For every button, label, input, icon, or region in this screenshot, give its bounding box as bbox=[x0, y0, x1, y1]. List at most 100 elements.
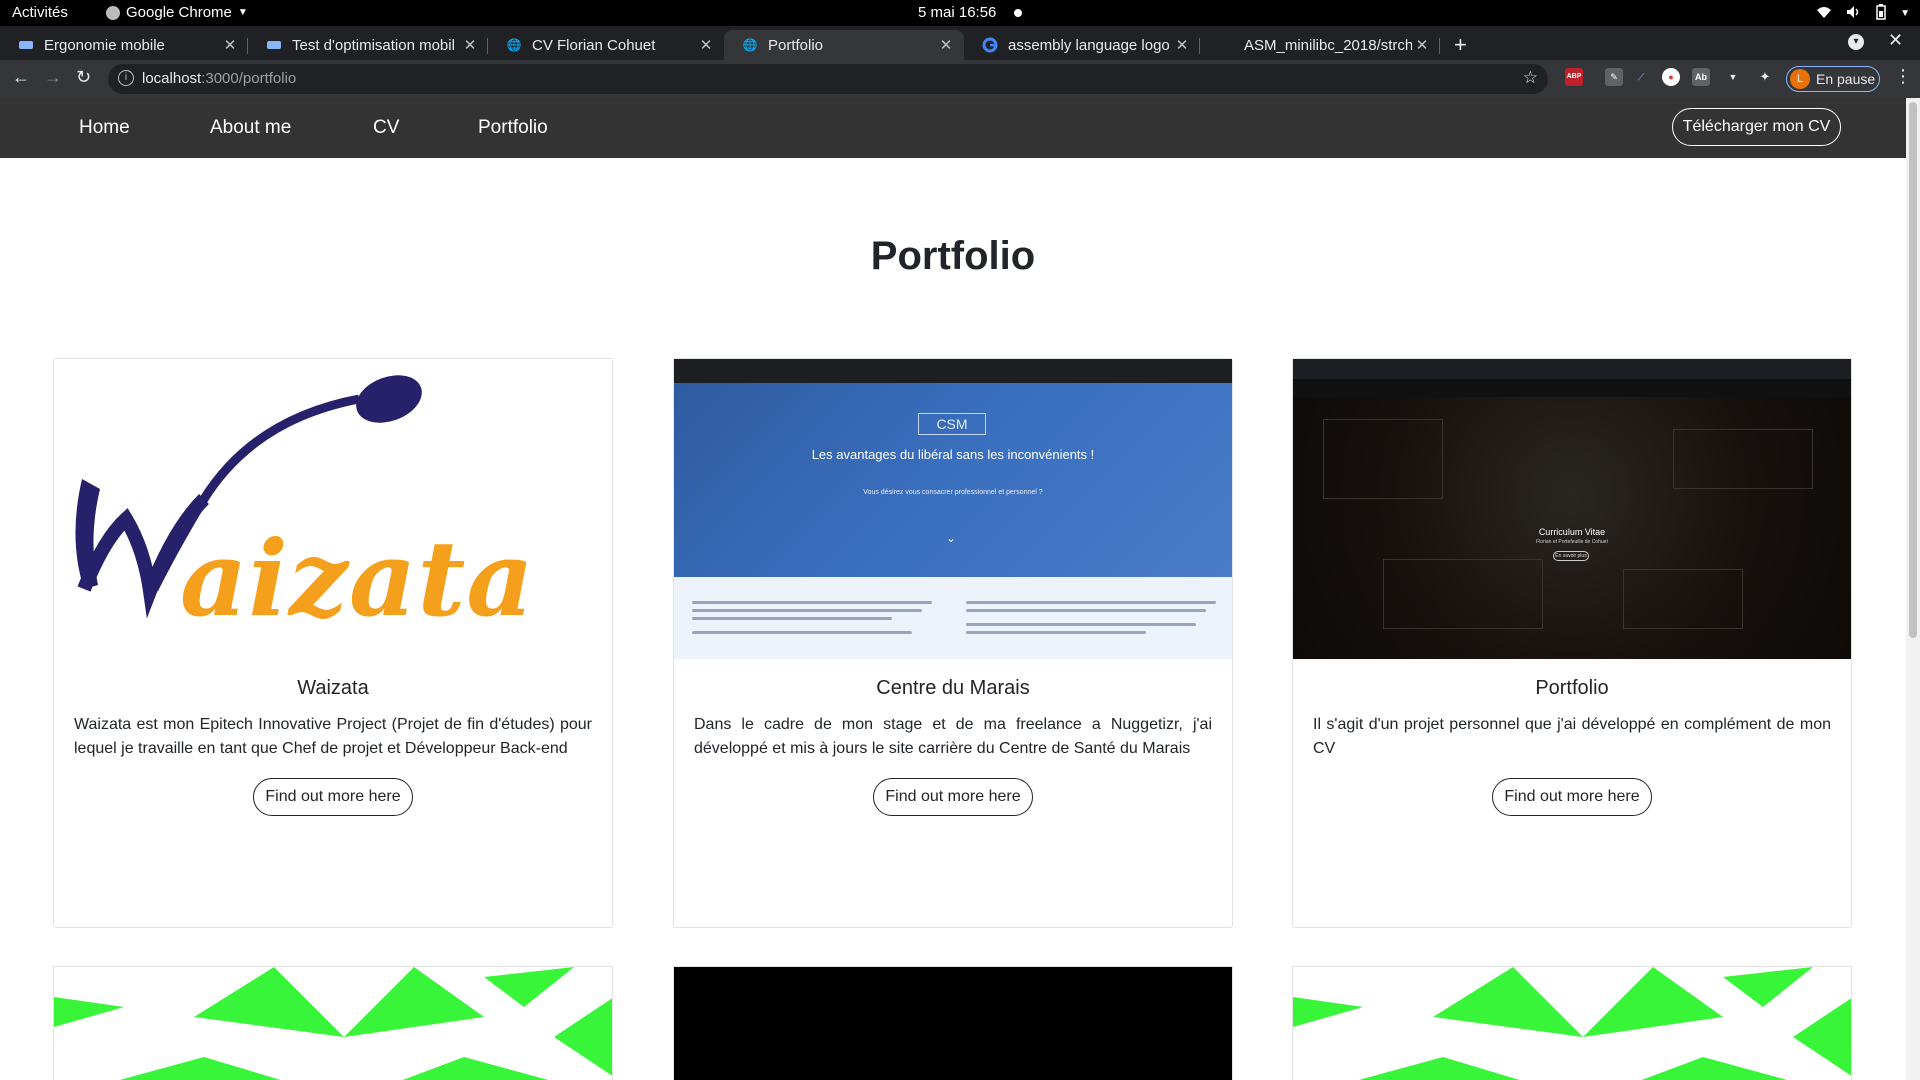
project-card-pattern bbox=[53, 966, 613, 1080]
extension-icon[interactable]: ⟋ bbox=[1632, 68, 1650, 86]
tab-portfolio[interactable]: 🌐 Portfolio ✕ bbox=[724, 30, 964, 60]
tab-test-optimisation[interactable]: Test d'optimisation mobil ✕ bbox=[248, 30, 488, 60]
site-icon bbox=[266, 37, 282, 53]
nav-portfolio[interactable]: Portfolio bbox=[478, 117, 548, 139]
new-tab-plus-icon[interactable]: + bbox=[1454, 32, 1467, 58]
github-icon bbox=[1218, 37, 1234, 53]
find-out-more-button[interactable]: Find out more here bbox=[253, 778, 413, 816]
thumbnail-browser-bar bbox=[674, 359, 1232, 383]
site-navbar: Home About me CV Portfolio Télécharger m… bbox=[0, 98, 1906, 158]
address-bar[interactable]: i localhost:3000/portfolio ☆ bbox=[108, 64, 1548, 94]
globe-icon: 🌐 bbox=[742, 38, 758, 52]
chevron-down-icon: ▼ bbox=[237, 7, 248, 18]
tab-title: CV Florian Cohuet bbox=[532, 36, 656, 54]
tab-title: Portfolio bbox=[768, 36, 824, 54]
profile-status: En pause bbox=[1816, 71, 1876, 87]
centre-du-marais-screenshot: CSM Les avantages du libéral sans les in… bbox=[674, 359, 1232, 659]
close-icon[interactable]: ✕ bbox=[460, 36, 480, 54]
chrome-icon bbox=[106, 5, 120, 20]
extension-icon[interactable]: ✎ bbox=[1605, 68, 1623, 86]
download-cv-button[interactable]: Télécharger mon CV bbox=[1672, 108, 1841, 146]
text-line bbox=[966, 631, 1146, 634]
nav-home[interactable]: Home bbox=[79, 117, 130, 139]
circuit-pattern bbox=[1383, 559, 1543, 629]
thumbnail-subtext: Vous désirez vous consacrer professionne… bbox=[863, 489, 1043, 496]
adblock-extension-icon[interactable]: ABP bbox=[1565, 68, 1583, 86]
window-close-icon[interactable]: ✕ bbox=[1888, 30, 1903, 51]
card-description: Il s'agit d'un projet personnel que j'ai… bbox=[1313, 716, 1831, 757]
notification-dot-icon bbox=[1014, 9, 1022, 17]
text-line bbox=[966, 609, 1206, 612]
circuit-pattern bbox=[1673, 429, 1813, 489]
project-card-pattern bbox=[1292, 966, 1852, 1080]
find-out-more-button[interactable]: Find out more here bbox=[1492, 778, 1652, 816]
waizata-logo bbox=[54, 359, 612, 659]
more-menu-icon[interactable]: ⋮ bbox=[1894, 66, 1912, 87]
project-card-dark bbox=[673, 966, 1233, 1080]
tab-search-icon[interactable]: ▾ bbox=[1848, 34, 1864, 50]
text-line bbox=[692, 617, 892, 620]
tab-cv-florian[interactable]: 🌐 CV Florian Cohuet ✕ bbox=[488, 30, 724, 60]
close-icon[interactable]: ✕ bbox=[220, 36, 240, 54]
thumbnail-navbar bbox=[1293, 379, 1851, 397]
wifi-icon bbox=[1816, 5, 1832, 22]
portfolio-screenshot: Curriculum Vitae Florian et Portefeuille… bbox=[1293, 359, 1851, 659]
find-out-more-button[interactable]: Find out more here bbox=[873, 778, 1033, 816]
close-icon[interactable]: ✕ bbox=[936, 36, 956, 54]
tab-assembly-logo[interactable]: assembly language logo p ✕ bbox=[964, 30, 1200, 60]
system-tray[interactable]: ▼ bbox=[1816, 4, 1910, 23]
thumbnail-browser-bar bbox=[1293, 359, 1851, 379]
vue-devtools-icon[interactable]: ▼ bbox=[1724, 68, 1742, 86]
close-icon[interactable]: ✕ bbox=[696, 36, 716, 54]
card-title: Waizata bbox=[297, 677, 369, 699]
card-title: Centre du Marais bbox=[876, 677, 1030, 699]
pokeball-extension-icon[interactable]: ● bbox=[1662, 68, 1680, 86]
text-line bbox=[692, 609, 922, 612]
profile-button[interactable]: L En pause bbox=[1786, 66, 1880, 92]
tab-title: Ergonomie mobile bbox=[44, 36, 165, 54]
circuit-pattern bbox=[1623, 569, 1743, 629]
site-icon bbox=[18, 37, 34, 53]
close-icon[interactable]: ✕ bbox=[1412, 36, 1432, 54]
info-icon[interactable]: i bbox=[118, 70, 134, 86]
project-card-portfolio: Curriculum Vitae Florian et Portefeuille… bbox=[1292, 358, 1852, 928]
text-line bbox=[966, 623, 1196, 626]
puzzle-extensions-icon[interactable]: ✦ bbox=[1756, 68, 1774, 86]
page-scrollbar[interactable] bbox=[1906, 98, 1920, 1080]
tab-asm-minilibc[interactable]: ASM_minilibc_2018/strch ✕ bbox=[1200, 30, 1440, 60]
text-line bbox=[966, 601, 1216, 604]
circuit-pattern bbox=[1323, 419, 1443, 499]
battery-icon bbox=[1876, 4, 1886, 23]
thumbnail-text-section bbox=[674, 577, 1232, 659]
clock[interactable]: 5 mai 16:56 bbox=[918, 4, 996, 21]
url-path: :3000/portfolio bbox=[201, 70, 297, 87]
chevron-down-icon: ▼ bbox=[1900, 8, 1910, 19]
green-triangle-pattern bbox=[1293, 967, 1851, 1080]
text-line bbox=[692, 631, 912, 634]
tab-title: ASM_minilibc_2018/strch bbox=[1244, 36, 1412, 54]
extension-icon[interactable]: Ab bbox=[1692, 68, 1710, 86]
scrollbar-thumb[interactable] bbox=[1909, 102, 1917, 638]
csm-logo: CSM bbox=[918, 413, 986, 435]
reload-icon[interactable]: ↻ bbox=[76, 67, 91, 88]
bookmark-star-icon[interactable]: ☆ bbox=[1523, 68, 1538, 88]
thumbnail-headline: Les avantages du libéral sans les inconv… bbox=[811, 447, 1095, 462]
activities-button[interactable]: Activités bbox=[12, 4, 68, 21]
back-arrow-icon[interactable]: ← bbox=[12, 67, 30, 88]
system-top-bar: Activités Google Chrome ▼ 5 mai 16:56 ▼ bbox=[0, 0, 1920, 26]
card-description: Waizata est mon Epitech Innovative Proje… bbox=[74, 716, 592, 757]
app-menu[interactable]: Google Chrome ▼ bbox=[106, 4, 248, 21]
text-line bbox=[692, 601, 932, 604]
google-icon bbox=[982, 37, 998, 53]
globe-icon: 🌐 bbox=[506, 38, 522, 52]
nav-cv[interactable]: CV bbox=[373, 117, 399, 139]
tab-ergonomie-mobile[interactable]: Ergonomie mobile ✕ bbox=[0, 30, 248, 60]
forward-arrow-icon[interactable]: → bbox=[44, 67, 62, 88]
app-menu-label: Google Chrome bbox=[126, 4, 232, 21]
card-description: Dans le cadre de mon stage et de ma free… bbox=[694, 716, 1212, 757]
close-icon[interactable]: ✕ bbox=[1172, 36, 1192, 54]
nav-about-me[interactable]: About me bbox=[210, 117, 291, 139]
tab-strip: Ergonomie mobile ✕ Test d'optimisation m… bbox=[0, 26, 1920, 60]
tab-title: Test d'optimisation mobil bbox=[292, 36, 455, 54]
tab-separator bbox=[1439, 38, 1440, 54]
